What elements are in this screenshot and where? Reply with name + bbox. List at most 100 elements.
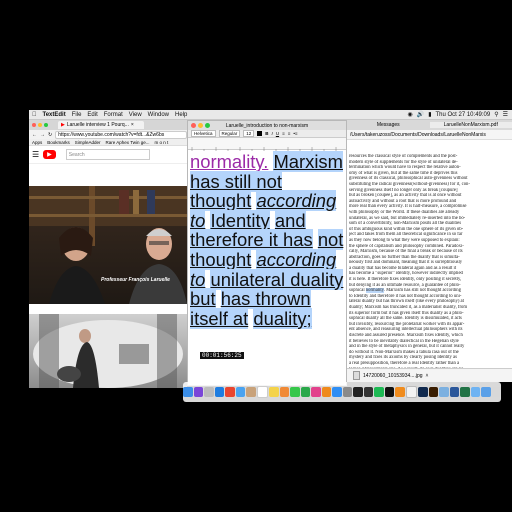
youtube-header: ☰ ▶ Search <box>29 146 187 164</box>
facetime-icon[interactable] <box>300 387 310 397</box>
ibooks-icon[interactable] <box>321 387 331 397</box>
forward-icon[interactable]: → <box>40 132 45 138</box>
back-icon[interactable]: ← <box>32 132 37 138</box>
selected-text-9: duality; <box>253 307 312 329</box>
browser-tab-strip: ▶ Laruelle interview 1 Pourq... × <box>29 120 187 130</box>
menu-edit[interactable]: Edit <box>87 112 97 118</box>
pdf-viewer-window: Messages LaruelleNonMarxism.pdf /Users/t… <box>347 120 512 382</box>
bookmarks-bar: Apps Bookmarks SimpleAdder Rare Aphex Tw… <box>29 139 187 146</box>
hamburger-menu-icon[interactable]: ☰ <box>32 150 39 159</box>
pdf-page-text[interactable]: resources the classical style of complem… <box>347 154 512 382</box>
apple-icon[interactable]:  <box>32 112 37 118</box>
youtube-favicon-icon: ▶ <box>61 122 65 128</box>
itunes-icon[interactable] <box>311 387 321 397</box>
menu-format[interactable]: Format <box>104 112 123 118</box>
bookmark-bookmarks[interactable]: Bookmarks <box>47 140 70 145</box>
bookmark-aphex[interactable]: Rare Aphex Twin ge... <box>106 140 150 145</box>
word-icon[interactable] <box>449 387 459 397</box>
finder-icon[interactable] <box>183 387 193 397</box>
logic-icon[interactable] <box>353 387 363 397</box>
browser-tab[interactable]: ▶ Laruelle interview 1 Pourq... × <box>58 121 144 129</box>
messages-icon[interactable] <box>290 387 300 397</box>
preferences-icon[interactable] <box>342 387 352 397</box>
vlc-icon[interactable] <box>395 387 405 397</box>
video-frame-room <box>33 314 183 388</box>
url-field[interactable]: https://www.youtube.com/watch?v=fdt...&Z… <box>55 130 187 139</box>
font-style-select[interactable]: Regular <box>218 130 241 137</box>
text-normality: normality. <box>190 151 269 172</box>
search-highlight: normality <box>365 288 384 294</box>
clock[interactable]: Thu Oct 27 10:49:09 <box>436 112 491 118</box>
notes-icon[interactable] <box>269 387 279 397</box>
document-body[interactable]: normality. Marxism has still not thought… <box>190 151 346 372</box>
search-input[interactable]: Search <box>65 149 150 160</box>
close-light[interactable] <box>191 123 196 128</box>
battery-icon[interactable]: ▮ <box>428 111 431 118</box>
bold-icon[interactable]: B <box>265 131 268 136</box>
ruler[interactable] <box>188 138 346 151</box>
close-light[interactable] <box>32 123 36 127</box>
menu-app-name[interactable]: TextEdit <box>43 112 66 118</box>
spotify-icon[interactable] <box>374 387 384 397</box>
text-color-icon[interactable] <box>257 131 263 136</box>
search-icon[interactable]: ⚲ <box>494 111 498 118</box>
video-player-secondary[interactable] <box>29 314 187 388</box>
bookmark-simpleadder[interactable]: SimpleAdder <box>75 140 101 145</box>
italic-icon[interactable]: I <box>272 131 273 136</box>
dock <box>183 382 501 402</box>
download-filename[interactable]: 14720060_10153934....jpg <box>363 373 423 379</box>
illustrator-icon[interactable] <box>428 387 438 397</box>
menu-help[interactable]: Help <box>175 112 187 118</box>
appstore-icon[interactable] <box>332 387 342 397</box>
menu-window[interactable]: Window <box>148 112 169 118</box>
window-controls <box>191 123 210 128</box>
video-player[interactable]: Professeur François Laruelle <box>29 186 187 304</box>
menu-file[interactable]: File <box>72 112 82 118</box>
menu-view[interactable]: View <box>129 112 142 118</box>
minimize-light[interactable] <box>198 123 203 128</box>
minimize-light[interactable] <box>38 123 42 127</box>
preview-icon[interactable] <box>439 387 449 397</box>
chevron-up-icon[interactable]: ˄ <box>426 373 429 379</box>
underline-icon[interactable]: U <box>276 131 279 136</box>
siri-icon[interactable] <box>193 387 203 397</box>
textedit-window: Laruelle_introduction to non-marxism Hel… <box>187 120 347 386</box>
notification-icon[interactable]: ☰ <box>503 111 508 118</box>
safari-icon[interactable] <box>214 387 224 397</box>
photoshop-icon[interactable] <box>418 387 428 397</box>
bookmark-apps[interactable]: Apps <box>32 140 42 145</box>
font-family-select[interactable]: Helvetica <box>191 130 216 137</box>
selected-text-3: Identity <box>210 209 270 231</box>
align-left-icon[interactable]: ≡ <box>282 131 285 136</box>
textedit-icon[interactable] <box>405 386 417 398</box>
tab-pdf[interactable]: LaruelleNonMarxism.pdf <box>429 122 512 128</box>
volume-icon[interactable]: 🔊 <box>417 111 424 118</box>
browser-tab-title: Laruelle interview 1 Pourq... <box>66 122 129 128</box>
downloads-icon[interactable] <box>481 387 491 397</box>
contacts-icon[interactable] <box>246 387 256 397</box>
zoom-light[interactable] <box>205 123 210 128</box>
ableton-icon[interactable] <box>363 387 373 397</box>
terminal-icon[interactable] <box>384 387 394 397</box>
calendar-icon[interactable] <box>256 386 268 398</box>
align-center-icon[interactable]: ≡ <box>288 131 291 136</box>
finder-folder-icon[interactable] <box>470 387 480 397</box>
video-frame-interview <box>29 186 187 304</box>
list-icon[interactable]: •≡ <box>293 131 297 136</box>
mail-icon[interactable] <box>235 387 245 397</box>
tab-close-icon[interactable]: × <box>131 122 134 128</box>
font-size-select[interactable]: 12 <box>243 130 255 137</box>
bookmark-mont[interactable]: m o n t <box>155 140 169 145</box>
photos-icon[interactable] <box>279 387 289 397</box>
status-area: ◉ 🔊 ▮ Thu Oct 27 10:49:09 ⚲ ☰ <box>407 111 512 119</box>
chrome-icon[interactable] <box>225 387 235 397</box>
wifi-icon[interactable]: ◉ <box>407 111 412 118</box>
youtube-logo-icon[interactable]: ▶ <box>43 150 56 159</box>
tab-messages[interactable]: Messages <box>347 122 430 128</box>
zoom-light[interactable] <box>44 123 48 127</box>
launchpad-icon[interactable] <box>204 387 214 397</box>
trash-icon[interactable] <box>491 387 501 397</box>
reload-icon[interactable]: ↻ <box>48 132 52 138</box>
excel-icon[interactable] <box>460 387 470 397</box>
selected-text-0: Marxism <box>273 151 343 172</box>
